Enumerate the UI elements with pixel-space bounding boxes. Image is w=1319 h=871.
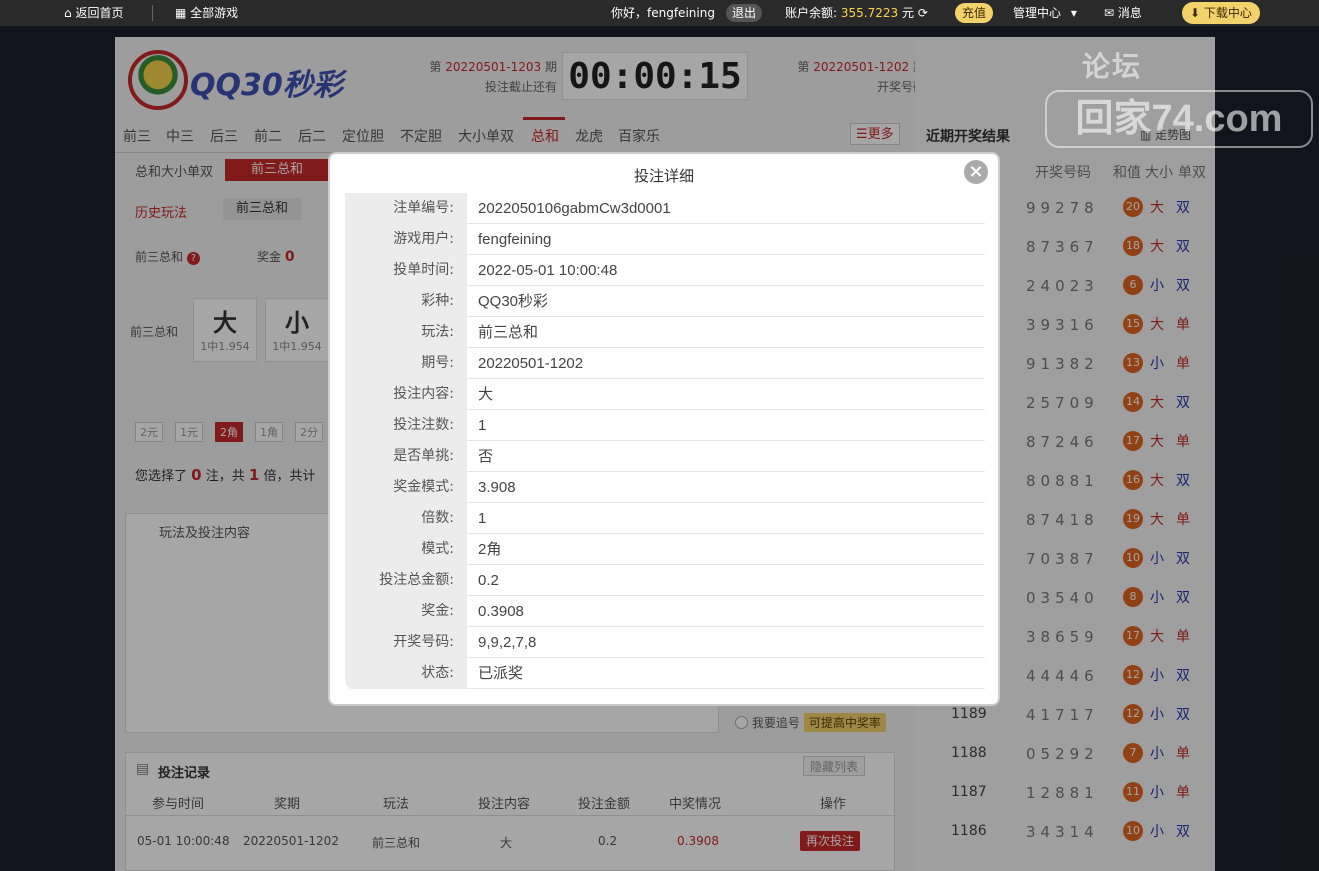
close-icon[interactable]: × xyxy=(964,160,988,184)
refresh-icon[interactable]: ⟳ xyxy=(918,6,928,20)
detail-key: 模式: xyxy=(345,534,467,565)
dialog-title: 投注详细 xyxy=(633,167,694,185)
detail-row: 奖金: 0.3908 xyxy=(345,596,985,627)
balance-label: 账户余额: xyxy=(785,6,838,20)
detail-key: 倍数: xyxy=(345,503,467,534)
detail-value: 2022-05-01 10:00:48 xyxy=(478,262,618,279)
detail-value: 已派奖 xyxy=(478,665,524,682)
detail-row: 奖金模式: 3.908 xyxy=(345,472,985,503)
detail-key: 是否单挑: xyxy=(345,441,467,472)
home-icon: ⌂ xyxy=(64,6,72,20)
detail-key: 游戏用户: xyxy=(345,224,467,255)
balance: 账户余额: 355.7223 元 ⟳ xyxy=(785,0,928,26)
detail-value: 1 xyxy=(478,417,487,434)
admin-label: 管理中心 xyxy=(1013,6,1062,20)
detail-row: 倍数: 1 xyxy=(345,503,985,534)
top-bar: ⌂ 返回首页 ▦ 全部游戏 你好，fengfeining 退出 账户余额: 35… xyxy=(0,0,1319,26)
detail-row: 投注总金额: 0.2 xyxy=(345,565,985,596)
detail-row: 投注注数: 1 xyxy=(345,410,985,441)
detail-value: 0.3908 xyxy=(478,603,524,620)
logout-button[interactable]: 退出 xyxy=(726,4,763,22)
detail-key: 期号: xyxy=(345,348,467,379)
watermark-text: 回家74.com xyxy=(1045,90,1313,148)
greeting: 你好，fengfeining xyxy=(611,6,715,20)
detail-key: 玩法: xyxy=(345,317,467,348)
detail-row: 开奖号码: 9,9,2,7,8 xyxy=(345,627,985,658)
chevron-down-icon: ▾ xyxy=(1070,6,1077,20)
detail-value: 前三总和 xyxy=(478,324,539,341)
balance-value: 355.7223 xyxy=(840,6,899,20)
detail-value: 大 xyxy=(478,386,494,403)
detail-row: 是否单挑: 否 xyxy=(345,441,985,472)
detail-value: 20220501-1202 xyxy=(478,355,584,372)
divider xyxy=(152,5,153,21)
detail-row: 玩法: 前三总和 xyxy=(345,317,985,348)
detail-value: 1 xyxy=(478,510,487,527)
admin-menu[interactable]: 管理中心 ▾ xyxy=(1013,0,1077,26)
detail-key: 彩种: xyxy=(345,286,467,317)
detail-row: 彩种: QQ30秒彩 xyxy=(345,286,985,317)
detail-row: 状态: 已派奖 xyxy=(345,658,985,689)
detail-key: 投注总金额: xyxy=(345,565,467,596)
home-label: 返回首页 xyxy=(75,6,124,20)
download-label: 下载中心 xyxy=(1203,6,1252,20)
download-icon: ⬇ xyxy=(1190,6,1201,20)
detail-value: 2角 xyxy=(478,541,502,558)
watermark-text: 论坛 xyxy=(1082,50,1143,83)
detail-value: 0.2 xyxy=(478,572,499,589)
detail-value: fengfeining xyxy=(478,231,552,248)
detail-key: 奖金: xyxy=(345,596,467,627)
detail-key: 投注内容: xyxy=(345,379,467,410)
detail-row: 投单时间: 2022-05-01 10:00:48 xyxy=(345,255,985,286)
detail-value: 3.908 xyxy=(478,479,516,496)
detail-key: 投单时间: xyxy=(345,255,467,286)
all-games-label: 全部游戏 xyxy=(190,6,239,20)
detail-key: 开奖号码: xyxy=(345,627,467,658)
all-games-link[interactable]: ▦ 全部游戏 xyxy=(175,0,238,26)
download-button[interactable]: ⬇ 下载中心 xyxy=(1182,2,1260,24)
detail-key: 注单编号: xyxy=(345,193,467,224)
home-link[interactable]: ⌂ 返回首页 xyxy=(64,0,123,26)
detail-value: 9,9,2,7,8 xyxy=(478,634,537,651)
messages-label: 消息 xyxy=(1117,6,1142,20)
grid-icon: ▦ xyxy=(175,6,187,20)
recharge-button[interactable]: 充值 xyxy=(955,3,994,23)
detail-row: 投注内容: 大 xyxy=(345,379,985,410)
mail-icon: ✉ xyxy=(1104,6,1115,20)
messages-link[interactable]: ✉ 消息 xyxy=(1104,0,1142,26)
detail-value: QQ30秒彩 xyxy=(478,293,549,310)
detail-row: 期号: 20220501-1202 xyxy=(345,348,985,379)
detail-row: 游戏用户: fengfeining xyxy=(345,224,985,255)
detail-value: 否 xyxy=(478,448,494,465)
detail-value: 2022050106gabmCw3d0001 xyxy=(478,200,671,217)
detail-row: 注单编号: 2022050106gabmCw3d0001 xyxy=(345,193,985,224)
balance-unit: 元 xyxy=(901,6,914,20)
detail-row: 模式: 2角 xyxy=(345,534,985,565)
bet-detail-dialog: 投注详细 × 注单编号: 2022050106gabmCw3d0001 游戏用户: f… xyxy=(328,152,1000,706)
detail-table: 注单编号: 2022050106gabmCw3d0001 游戏用户: fengfein… xyxy=(345,193,985,689)
detail-key: 状态: xyxy=(345,658,467,689)
detail-key: 奖金模式: xyxy=(345,472,467,503)
detail-key: 投注注数: xyxy=(345,410,467,441)
